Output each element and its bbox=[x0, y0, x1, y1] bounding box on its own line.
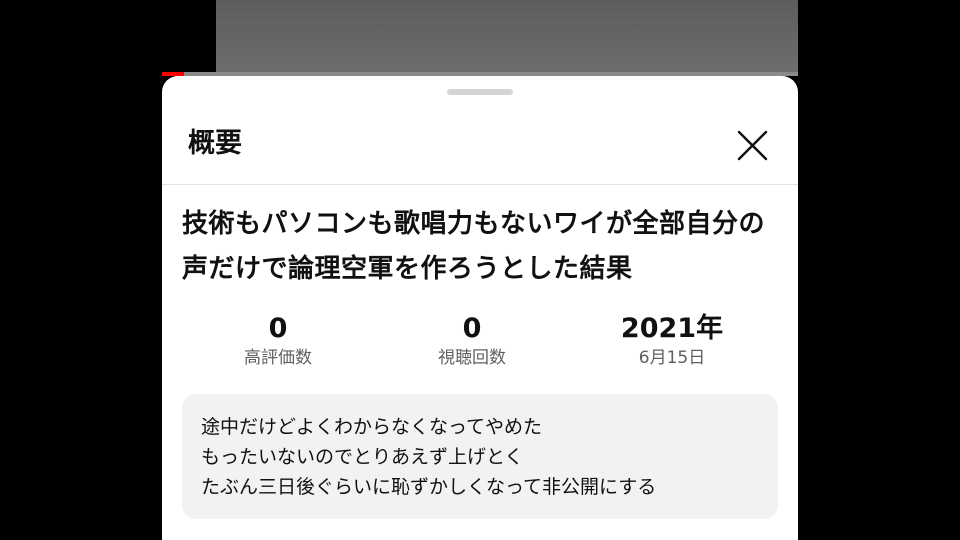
description-panel: 概要 技術もパソコンも歌唱力もないワイが全部自分の声だけで論理空軍を作ろうとした… bbox=[162, 76, 798, 540]
description-box[interactable]: 途中だけどよくわからなくなってやめた もったいないのでとりあえず上げとく たぶん… bbox=[182, 394, 778, 519]
close-button[interactable] bbox=[728, 122, 776, 170]
likes-label: 高評価数 bbox=[244, 348, 312, 368]
video-title: 技術もパソコンも歌唱力もないワイが全部自分の声だけで論理空軍を作ろうとした結果 bbox=[182, 209, 766, 284]
stat-upload-date: 2021年 6月15日 bbox=[592, 312, 752, 370]
close-icon bbox=[737, 130, 768, 161]
upload-date: 6月15日 bbox=[638, 348, 706, 368]
header-divider bbox=[162, 184, 798, 185]
screen: 概要 技術もパソコンも歌唱力もないワイが全部自分の声だけで論理空軍を作ろうとした… bbox=[0, 0, 960, 540]
panel-title: 概要 bbox=[188, 128, 242, 159]
video-player[interactable] bbox=[216, 0, 798, 74]
description-text: 途中だけどよくわからなくなってやめた もったいないのでとりあえず上げとく たぶん… bbox=[201, 416, 657, 498]
upload-year: 2021年 bbox=[620, 313, 724, 344]
stat-likes: 0 高評価数 bbox=[198, 312, 358, 370]
likes-count: 0 bbox=[268, 313, 288, 344]
drag-handle[interactable] bbox=[447, 89, 513, 95]
views-count: 0 bbox=[462, 313, 482, 344]
views-label: 視聴回数 bbox=[438, 348, 506, 368]
stat-views: 0 視聴回数 bbox=[392, 312, 552, 370]
